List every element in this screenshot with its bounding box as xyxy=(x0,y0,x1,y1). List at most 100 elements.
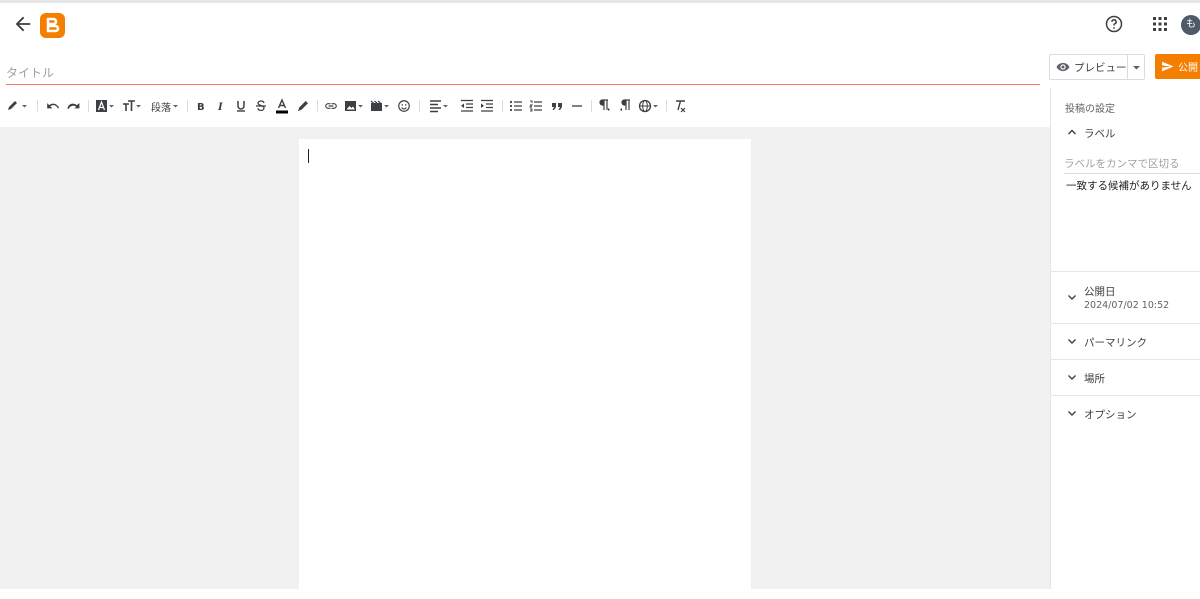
caret-down-icon xyxy=(1133,66,1140,70)
bulleted-list-icon xyxy=(509,100,522,112)
preview-main-button[interactable]: プレビュー xyxy=(1050,55,1127,79)
section-divider xyxy=(1051,359,1200,360)
formatting-toolbar: 段落 B I xyxy=(0,95,1050,119)
undo-icon xyxy=(47,103,60,109)
section-divider xyxy=(1051,271,1200,272)
horizontal-rule-icon xyxy=(572,105,582,107)
indent-decrease-icon xyxy=(461,99,473,112)
link-icon xyxy=(325,103,337,109)
avatar[interactable]: も xyxy=(1181,15,1200,35)
post-body-editor[interactable] xyxy=(299,139,751,599)
image-button[interactable] xyxy=(344,95,364,117)
ltr-button[interactable] xyxy=(597,95,613,117)
video-icon xyxy=(370,100,389,111)
font-family-button[interactable] xyxy=(95,95,115,117)
title-input[interactable] xyxy=(6,56,1040,84)
svg-text:B: B xyxy=(197,102,205,113)
post-settings-heading: 投稿の設定 xyxy=(1065,104,1115,115)
globe-icon xyxy=(638,99,658,113)
options-title: オプション xyxy=(1084,409,1137,421)
bold-button[interactable]: B xyxy=(194,95,208,117)
chevron-down-icon xyxy=(1068,411,1076,416)
undo-button[interactable] xyxy=(45,95,61,117)
toolbar-divider xyxy=(37,100,38,112)
labels-input[interactable] xyxy=(1064,154,1200,174)
toolbar-divider xyxy=(666,100,667,112)
toolbar-divider xyxy=(317,100,318,112)
permalink-section-toggle[interactable]: パーマリンク xyxy=(1051,333,1200,353)
align-button[interactable] xyxy=(428,95,450,117)
bold-icon: B xyxy=(197,102,205,113)
redo-icon xyxy=(67,103,80,109)
location-section-toggle[interactable]: 場所 xyxy=(1051,369,1200,389)
chevron-down-icon xyxy=(1068,339,1076,344)
publish-date-value: 2024/07/02 10:52 xyxy=(1084,300,1170,311)
toolbar-divider xyxy=(187,100,188,112)
section-divider xyxy=(1051,395,1200,396)
highlight-button[interactable] xyxy=(295,95,311,117)
quote-icon xyxy=(552,103,562,110)
toolbar-divider xyxy=(591,100,592,112)
clear-formatting-icon xyxy=(676,100,686,113)
font-size-button[interactable] xyxy=(122,95,142,117)
post-settings-sidebar: 投稿の設定 ラベル 一致する候補がありません 公開日 2024/07/02 10… xyxy=(1050,88,1200,589)
emoji-icon xyxy=(398,100,410,112)
font-size-icon xyxy=(123,100,141,111)
blogger-logo-icon[interactable] xyxy=(40,13,65,38)
chevron-down-icon xyxy=(1068,295,1076,300)
title-field-wrapper xyxy=(6,56,1040,85)
preview-label: プレビュー xyxy=(1074,62,1127,74)
text-color-button[interactable] xyxy=(274,95,290,117)
horizontal-rule-button[interactable] xyxy=(569,95,585,117)
ltr-icon xyxy=(599,99,610,111)
italic-icon: I xyxy=(217,102,223,113)
numbered-list-button[interactable] xyxy=(528,95,544,117)
permalink-title: パーマリンク xyxy=(1084,337,1147,349)
underline-icon xyxy=(237,101,245,112)
italic-button[interactable]: I xyxy=(214,95,228,117)
video-button[interactable] xyxy=(370,95,390,117)
clear-formatting-button[interactable] xyxy=(672,95,688,117)
preview-button[interactable]: プレビュー xyxy=(1049,54,1145,80)
pencil-mode-button[interactable] xyxy=(6,95,28,117)
paragraph-style-label: 段落 xyxy=(151,102,171,114)
toolbar-divider xyxy=(419,100,420,112)
indent-decrease-button[interactable] xyxy=(459,95,475,117)
underline-button[interactable] xyxy=(234,95,248,117)
redo-button[interactable] xyxy=(65,95,81,117)
send-icon xyxy=(1162,61,1174,72)
strikethrough-icon xyxy=(256,100,266,112)
indent-increase-icon xyxy=(481,99,493,112)
options-section-toggle[interactable]: オプション xyxy=(1051,405,1200,425)
indent-increase-button[interactable] xyxy=(479,95,495,117)
highlighter-icon xyxy=(298,101,308,111)
bulleted-list-button[interactable] xyxy=(508,95,524,117)
emoji-button[interactable] xyxy=(396,95,412,117)
caret-down-icon xyxy=(173,105,178,108)
location-title: 場所 xyxy=(1084,373,1105,385)
align-left-icon xyxy=(430,100,448,113)
toolbar-divider xyxy=(88,100,89,112)
publish-date-title: 公開日 xyxy=(1084,286,1116,298)
chevron-down-icon xyxy=(1068,375,1076,380)
quote-button[interactable] xyxy=(549,95,565,117)
arrow-left-icon[interactable] xyxy=(12,13,34,35)
language-button[interactable] xyxy=(638,95,660,117)
labels-title: ラベル xyxy=(1084,128,1116,140)
strikethrough-button[interactable] xyxy=(254,95,268,117)
labels-section-toggle[interactable]: ラベル xyxy=(1051,124,1200,144)
help-circle-icon[interactable] xyxy=(1104,14,1124,34)
preview-dropdown[interactable] xyxy=(1128,55,1145,79)
rtl-button[interactable] xyxy=(617,95,633,117)
numbered-list-icon xyxy=(529,100,542,112)
toolbar-divider xyxy=(502,100,503,112)
image-icon xyxy=(345,101,363,111)
editor-canvas xyxy=(0,127,1050,599)
paragraph-style-button[interactable]: 段落 xyxy=(149,95,181,117)
link-button[interactable] xyxy=(323,95,339,117)
labels-no-match-text: 一致する候補がありません xyxy=(1066,180,1192,192)
apps-grid-icon[interactable] xyxy=(1152,16,1168,32)
publish-date-section-toggle[interactable]: 公開日 2024/07/02 10:52 xyxy=(1051,282,1200,316)
publish-button[interactable]: 公開 xyxy=(1155,54,1200,79)
top-bar: も xyxy=(0,0,1200,46)
